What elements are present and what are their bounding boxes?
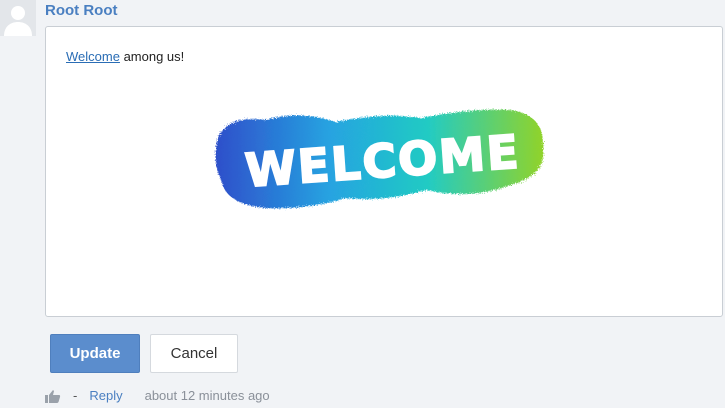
- welcome-link[interactable]: Welcome: [66, 49, 120, 64]
- comment-author[interactable]: Root Root: [45, 2, 117, 19]
- user-avatar-icon: [0, 0, 36, 36]
- avatar[interactable]: [0, 0, 36, 36]
- body-text: among us!: [119, 49, 185, 64]
- comment-timestamp: about 12 minutes ago: [144, 388, 270, 403]
- thumbs-up-icon[interactable]: [45, 389, 61, 403]
- reply-link[interactable]: Reply: [89, 388, 122, 403]
- footer-separator: -: [73, 388, 78, 403]
- welcome-image: WELCOME: [215, 109, 544, 209]
- comment-editor[interactable]: Welcome among us! WELCOME: [45, 26, 723, 317]
- comment-footer: - Reply about 12 minutes ago: [45, 388, 270, 403]
- cancel-button[interactable]: Cancel: [150, 334, 238, 373]
- update-button[interactable]: Update: [50, 334, 140, 373]
- editor-content: Welcome among us!: [66, 49, 184, 64]
